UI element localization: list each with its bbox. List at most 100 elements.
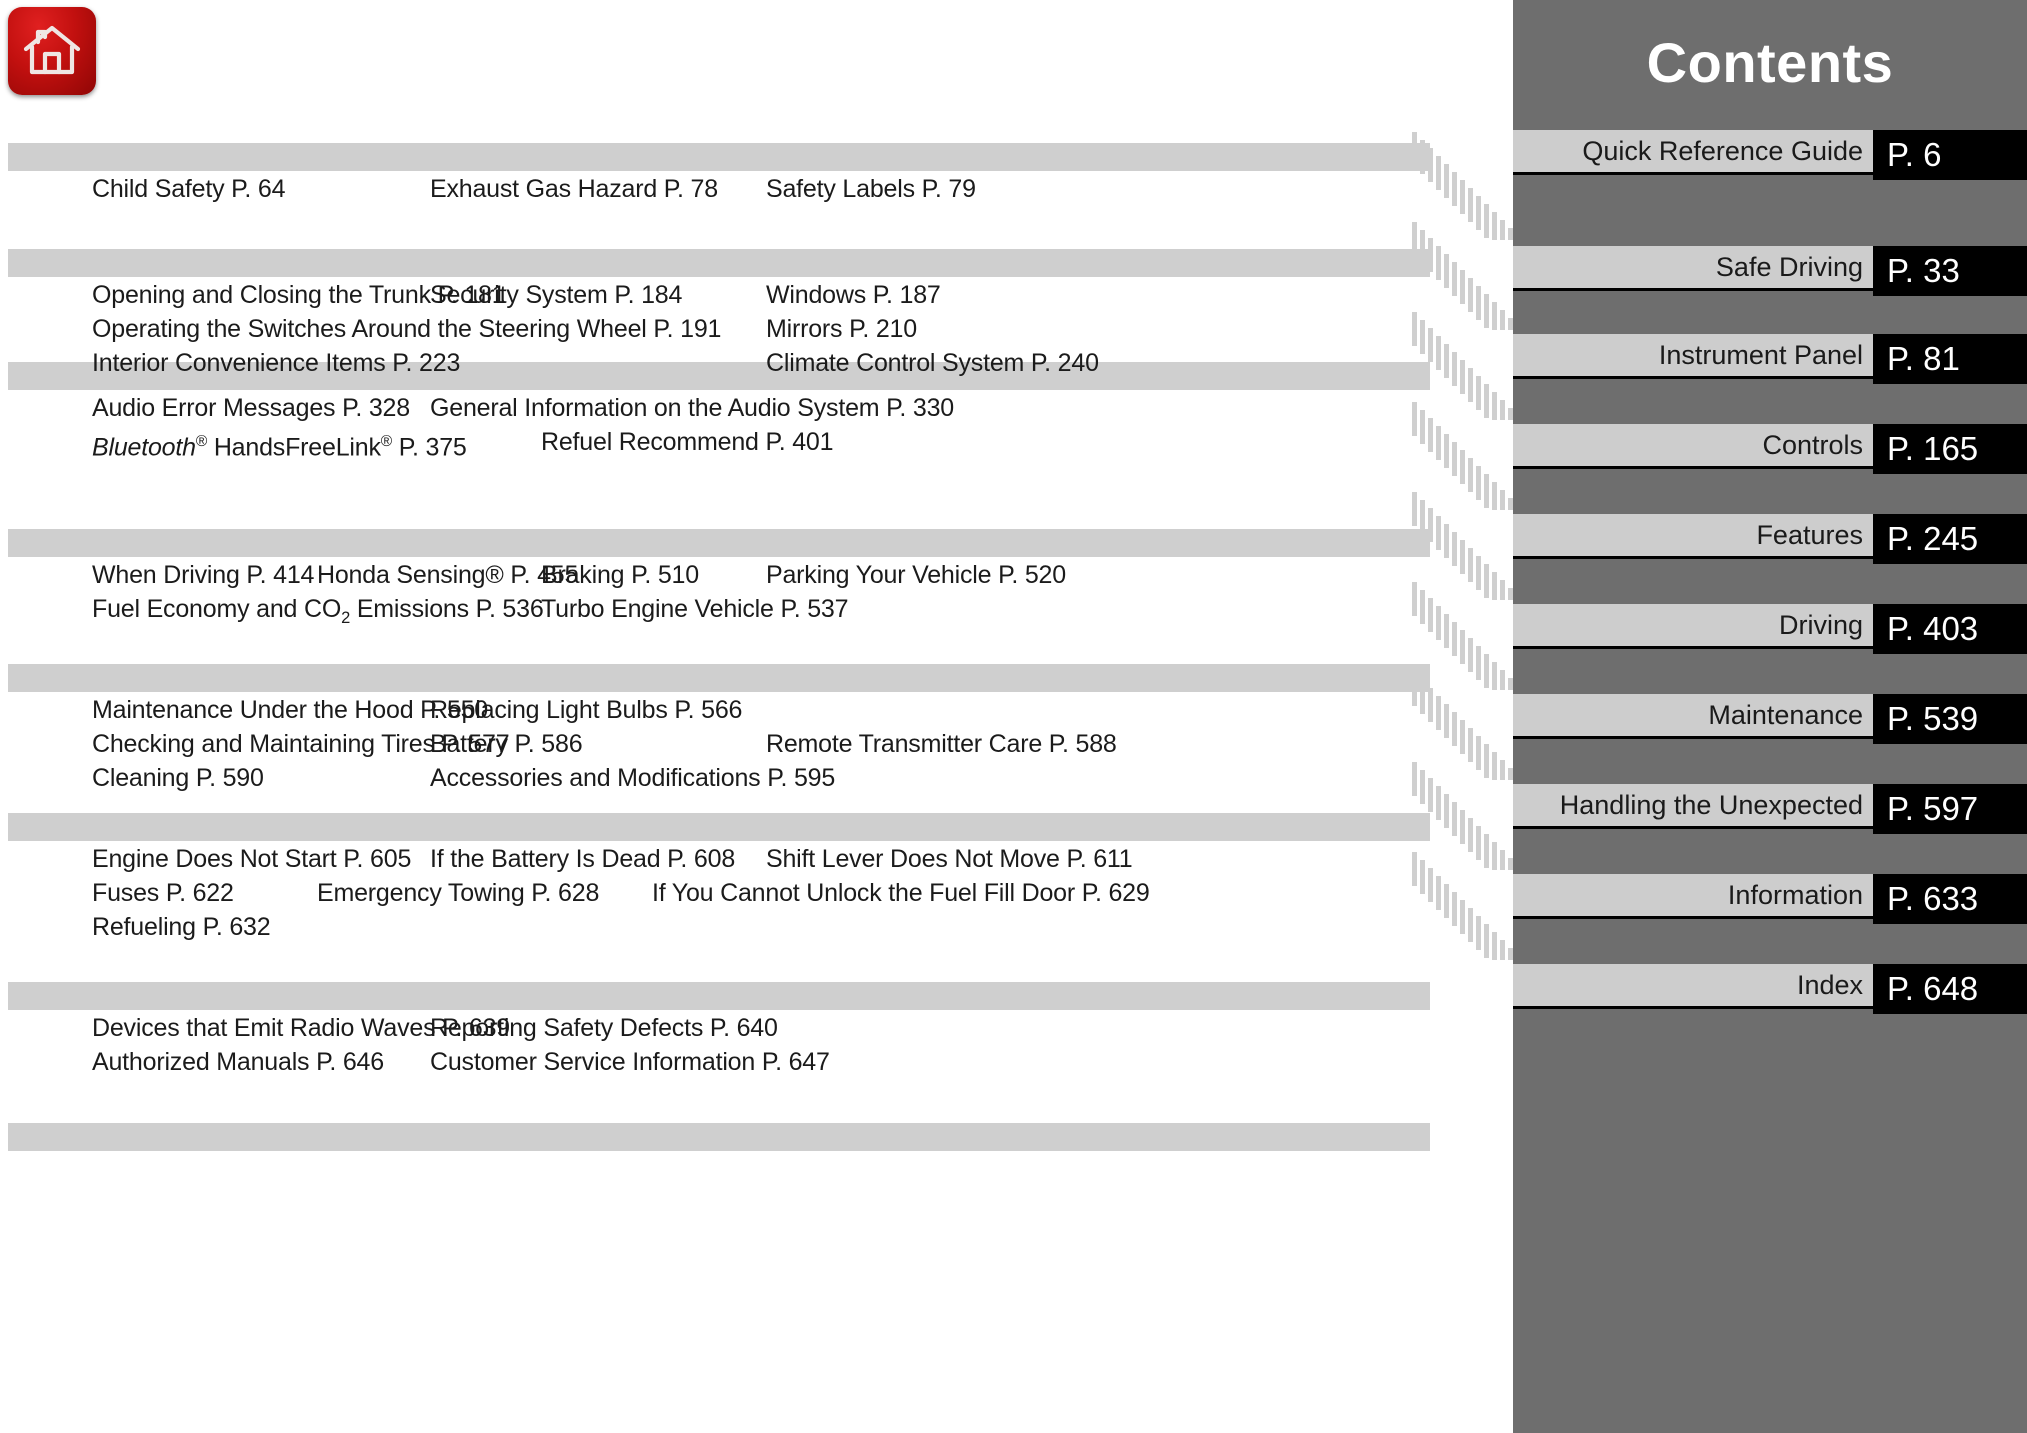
section-band	[8, 664, 1430, 692]
sidebar-tab-label-box[interactable]: Safe Driving	[1513, 246, 1873, 288]
section-band	[8, 1123, 1430, 1151]
sidebar-tab-label: Maintenance	[1708, 699, 1863, 730]
toc-entry[interactable]: Braking P. 510	[541, 558, 699, 592]
toc-entry[interactable]: Maintenance Under the Hood P. 550	[92, 693, 488, 727]
toc-entry[interactable]: If You Cannot Unlock the Fuel Fill Door …	[652, 876, 1150, 910]
toc-entry[interactable]: Fuses P. 622	[92, 876, 234, 910]
sidebar-tab-page: P. 403	[1887, 610, 1979, 647]
sidebar-tab-page-box[interactable]: P. 597	[1873, 784, 2027, 834]
contents-sidebar: Contents Quick Reference Guide P. 6 Safe D…	[1513, 0, 2027, 1433]
toc-entry[interactable]: Emergency Towing P. 628	[317, 876, 599, 910]
sidebar-tab-page-box[interactable]: P. 81	[1873, 334, 2027, 384]
toc-entry[interactable]: Accessories and Modifications P. 595	[430, 761, 835, 795]
sidebar-tab-features[interactable]: Features P. 245	[1513, 514, 2027, 564]
sidebar-tab-instrument-panel[interactable]: Instrument Panel P. 81	[1513, 334, 2027, 384]
toc-entry[interactable]: Exhaust Gas Hazard P. 78	[430, 172, 718, 206]
toc-row: Audio Error Messages P. 328 General Infor…	[0, 391, 1450, 425]
sidebar-tab-label-box[interactable]: Index	[1513, 964, 1873, 1006]
sidebar-tab-page: P. 245	[1887, 520, 1979, 557]
section-band	[8, 249, 1430, 277]
toc-entry[interactable]: Safety Labels P. 79	[766, 172, 976, 206]
toc-entry[interactable]: Bluetooth® HandsFreeLink® P. 375	[92, 425, 467, 464]
toc-entry[interactable]: Audio Error Messages P. 328	[92, 391, 410, 425]
page-title: Contents	[1646, 31, 1894, 94]
sidebar-tab-label-box[interactable]: Driving	[1513, 604, 1873, 646]
toc-row: When Driving P. 414 Honda Sensing® P. 455…	[0, 558, 1450, 592]
toc-entry[interactable]: Customer Service Information P. 647	[430, 1045, 830, 1079]
toc-entry[interactable]: Security System P. 184	[430, 278, 682, 312]
toc-entry[interactable]: Engine Does Not Start P. 605	[92, 842, 411, 876]
toc-entry[interactable]: Remote Transmitter Care P. 588	[766, 727, 1117, 761]
sidebar-tab-page: P. 597	[1887, 790, 1979, 827]
sidebar-tab-page-box[interactable]: P. 403	[1873, 604, 2027, 654]
toc-row: Maintenance Under the Hood P. 550 Replaci…	[0, 693, 1450, 727]
toc-entry[interactable]: Reporting Safety Defects P. 640	[430, 1011, 778, 1045]
toc-row: Checking and Maintaining Tires P. 577 Bat…	[0, 727, 1450, 761]
toc-entry[interactable]: Fuel Economy and CO2 Emissions P. 536	[92, 592, 544, 635]
sidebar-tab-page-box[interactable]: P. 6	[1873, 130, 2027, 180]
sidebar-tab-driving[interactable]: Driving P. 403	[1513, 604, 2027, 654]
toc-entry[interactable]: Replacing Light Bulbs P. 566	[430, 693, 742, 727]
sidebar-tab-page-box[interactable]: P. 633	[1873, 874, 2027, 924]
toc-row: Child Safety P. 64 Exhaust Gas Hazard P. …	[0, 172, 1450, 206]
toc-row: Fuel Economy and CO2 Emissions P. 536 Tur…	[0, 592, 1450, 627]
toc-row: Authorized Manuals P. 646 Customer Servic…	[0, 1045, 1450, 1079]
toc-row: Opening and Closing the Trunk P. 181 Secu…	[0, 278, 1450, 312]
toc-entry[interactable]: General Information on the Audio System …	[430, 391, 954, 425]
sidebar-tab-label: Index	[1796, 969, 1863, 1000]
sidebar-tab-page-box[interactable]: P. 539	[1873, 694, 2027, 744]
toc-entry[interactable]: Turbo Engine Vehicle P. 537	[541, 592, 849, 626]
sidebar-tab-label-box[interactable]: Quick Reference Guide	[1513, 130, 1873, 172]
toc-entry[interactable]: Mirrors P. 210	[766, 312, 917, 346]
toc-section: Opening and Closing the Trunk P. 181 Secu…	[0, 278, 1450, 380]
sidebar-tab-label-box[interactable]: Features	[1513, 514, 1873, 556]
sidebar-tab-page-box[interactable]: P. 33	[1873, 246, 2027, 296]
sidebar-tab-page: P. 165	[1887, 430, 1979, 467]
sidebar-tab-label: Driving	[1778, 609, 1863, 640]
sidebar-tab-label-box[interactable]: Controls	[1513, 424, 1873, 466]
sidebar-tab-page-box[interactable]: P. 245	[1873, 514, 2027, 564]
sidebar-tab-information[interactable]: Information P. 633	[1513, 874, 2027, 924]
sidebar-tab-handling-the-unexpected[interactable]: Handling the Unexpected P. 597	[1513, 784, 2027, 834]
toc-entry[interactable]: Operating the Switches Around the Steeri…	[92, 312, 721, 346]
sidebar-tab-controls[interactable]: Controls P. 165	[1513, 424, 2027, 474]
toc-section: Maintenance Under the Hood P. 550 Replaci…	[0, 693, 1450, 795]
section-band	[8, 529, 1430, 557]
toc-entry[interactable]: Cleaning P. 590	[92, 761, 264, 795]
section-band	[8, 982, 1430, 1010]
toc-entry[interactable]: Refueling P. 632	[92, 910, 271, 944]
toc-entry[interactable]: Honda Sensing® P. 455	[317, 558, 578, 592]
toc-entry[interactable]: Authorized Manuals P. 646	[92, 1045, 384, 1079]
sidebar-tab-label-box[interactable]: Maintenance	[1513, 694, 1873, 736]
toc-section: When Driving P. 414 Honda Sensing® P. 455…	[0, 558, 1450, 627]
toc-entry[interactable]: Battery P. 586	[430, 727, 583, 761]
sidebar-tab-label: Handling the Unexpected	[1559, 789, 1863, 820]
sidebar-tab-label-box[interactable]: Instrument Panel	[1513, 334, 1873, 376]
toc-entry[interactable]: When Driving P. 414	[92, 558, 314, 592]
sidebar-tab-maintenance[interactable]: Maintenance P. 539	[1513, 694, 2027, 744]
toc-entry[interactable]: Parking Your Vehicle P. 520	[766, 558, 1066, 592]
sidebar-tab-label-box[interactable]: Handling the Unexpected	[1513, 784, 1873, 826]
toc-entry[interactable]: Windows P. 187	[766, 278, 941, 312]
sidebar-tab-page-box[interactable]: P. 165	[1873, 424, 2027, 474]
sidebar-tab-page: P. 6	[1887, 136, 1942, 173]
sidebar-tab-label: Information	[1727, 879, 1863, 910]
toc-row: Refueling P. 632	[0, 910, 1450, 944]
toc-entry[interactable]: If the Battery Is Dead P. 608	[430, 842, 735, 876]
sidebar-tab-quick-reference-guide[interactable]: Quick Reference Guide P. 6	[1513, 130, 2027, 180]
toc-entry[interactable]: Child Safety P. 64	[92, 172, 285, 206]
sidebar-tab-label: Quick Reference Guide	[1582, 135, 1863, 166]
toc-entry[interactable]: Interior Convenience Items P. 223	[92, 346, 460, 380]
sidebar-tab-index[interactable]: Index P. 648	[1513, 964, 2027, 1014]
sidebar-tab-label-box[interactable]: Information	[1513, 874, 1873, 916]
toc-entry[interactable]: Refuel Recommend P. 401	[541, 425, 834, 459]
toc-row: Operating the Switches Around the Steeri…	[0, 312, 1450, 346]
toc-content: Child Safety P. 64 Exhaust Gas Hazard P. …	[0, 0, 1513, 1433]
toc-entry[interactable]: Climate Control System P. 240	[766, 346, 1099, 380]
toc-entry[interactable]: Shift Lever Does Not Move P. 611	[766, 842, 1133, 876]
sidebar-tab-safe-driving[interactable]: Safe Driving P. 33	[1513, 246, 2027, 296]
sidebar-tab-page: P. 633	[1887, 880, 1979, 917]
sidebar-tab-page-box[interactable]: P. 648	[1873, 964, 2027, 1014]
sidebar-tab-label: Safe Driving	[1715, 251, 1863, 282]
sidebar-tab-label: Controls	[1762, 429, 1863, 460]
